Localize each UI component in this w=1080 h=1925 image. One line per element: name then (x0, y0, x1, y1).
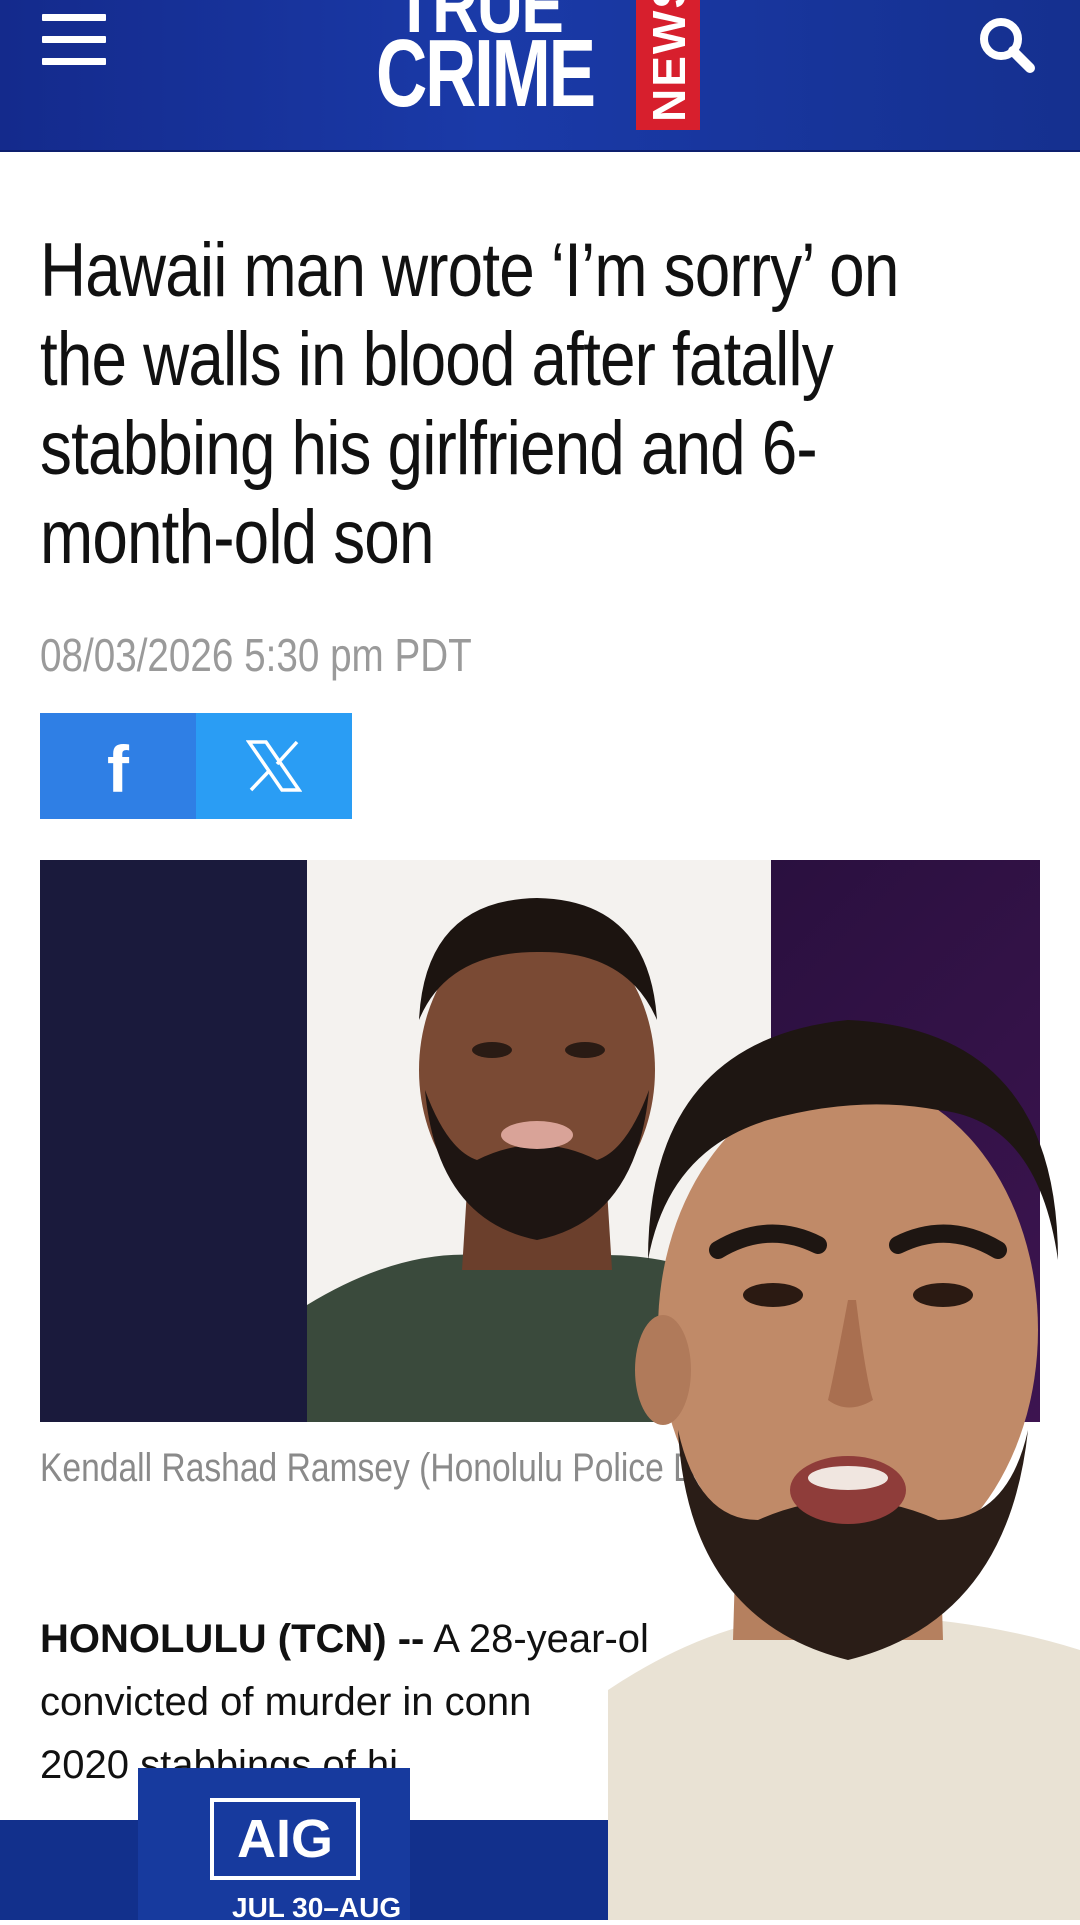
article-headline: Hawaii man wrote ‘I’m sorry’ on the wall… (40, 228, 899, 580)
site-logo[interactable]: TRUE CRIME NEWS (376, 0, 706, 135)
x-icon (246, 740, 302, 792)
body-dateline: HONOLULU (TCN) -- (40, 1617, 425, 1661)
article-date: 08/03/2026 5:30 pm PDT (40, 629, 472, 681)
search-icon[interactable] (976, 14, 1038, 76)
body-line-2: convicted of murder in conn (40, 1680, 532, 1724)
logo-news-text: NEWS (643, 0, 695, 122)
logo-news-tag: NEWS (636, 0, 700, 130)
logo-main-word: CRIME (376, 20, 596, 127)
ad-dates: JUL 30–AUG (232, 1892, 402, 1923)
presenter-overlay (608, 1000, 1080, 1920)
facebook-icon: f (107, 732, 129, 806)
share-x-button[interactable] (196, 713, 352, 819)
site-header: TRUE CRIME NEWS (0, 0, 1080, 152)
share-facebook-button[interactable]: f (40, 713, 196, 819)
hamburger-menu-icon[interactable] (42, 14, 106, 66)
ad-logo: AIG (210, 1798, 360, 1880)
image-left-panel (40, 860, 307, 1422)
